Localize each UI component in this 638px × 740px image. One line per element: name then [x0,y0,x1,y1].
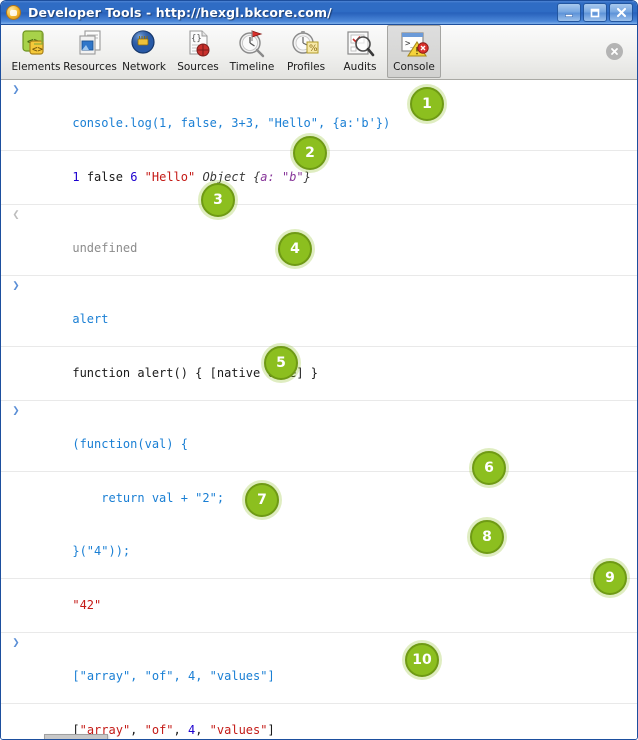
svg-text:{}: {} [191,34,202,44]
svg-text:%: % [309,44,318,54]
console-output-text: 1 false 6 "Hello" Object {a: "b"} [44,170,311,184]
value-object-label: Object [202,170,246,184]
callout-badge-6: 6 [472,451,506,485]
maximize-button[interactable] [583,3,607,22]
bracket-close: ] [267,669,275,683]
comma: , [173,723,188,737]
callout-badge-9: 9 [593,561,627,595]
tab-label: Console [393,61,435,73]
brace-close: } [303,170,311,184]
array-item: "array" [79,669,131,683]
tab-label: Audits [343,61,377,73]
bracket-close: ] [267,723,275,737]
tab-label: Resources [63,61,117,73]
window-title: Developer Tools - http://hexgl.bkcore.co… [28,5,332,20]
console-panel[interactable]: ❯ console.log(1, false, 3+3, "Hello", {a… [1,80,637,739]
array-item: "of" [144,723,174,737]
sources-icon: {} [182,28,214,60]
tab-elements[interactable]: <> <> Elements [9,25,63,78]
tab-label: Sources [177,61,219,73]
tab-timeline[interactable]: Timeline [225,25,279,78]
elements-icon: <> <> [20,28,52,60]
console-input-text: ["array", "of", 4, "values"] [44,669,274,683]
tab-label: Timeline [229,61,275,73]
value-string: "Hello" [144,170,196,184]
console-input-row[interactable]: ❯ (function(val) { [1,401,637,472]
console-output-text: "42" [72,598,102,612]
console-input-text: alert [72,312,109,326]
value-number: 6 [130,170,138,184]
console-input-text: console.log(1, false, 3+3, "Hello", {a:'… [72,116,391,130]
minimize-button[interactable] [557,3,581,22]
console-input-text: }("4")); [72,544,131,558]
timeline-icon [236,28,268,60]
value-number: 1 [72,170,80,184]
callout-badge-10: 10 [405,643,439,677]
tab-profiles[interactable]: % Profiles [279,25,333,78]
tab-label: Profiles [286,61,326,73]
audits-icon [344,28,376,60]
array-item: "of" [144,669,174,683]
console-input-row[interactable]: ❯ ["array", "of", 4, "values"] [1,633,637,704]
console-result-row: ❮ undefined [1,205,637,276]
tab-sources[interactable]: {} Sources [171,25,225,78]
network-icon [128,28,160,60]
prompt-arrow-icon: ❯ [12,82,20,96]
console-input-cont: return val + "2"; [1,472,637,525]
tab-label: Elements [11,61,61,73]
svg-text:<>: <> [32,45,43,55]
object-value: "b" [281,170,304,184]
comma: , [195,723,210,737]
resources-icon [74,28,106,60]
array-item: "values" [209,669,268,683]
bracket-open: [ [72,669,80,683]
close-button[interactable] [609,3,633,22]
tab-label: Network [122,61,166,73]
window-titlebar: Developer Tools - http://hexgl.bkcore.co… [1,1,637,25]
console-input-text: (function(val) { [72,437,188,451]
prompt-arrow-icon: ❯ [12,635,20,649]
prompt-arrow-icon: ❯ [12,403,20,417]
console-result-text: undefined [72,241,138,255]
comma: , [195,669,210,683]
value-boolean: false [86,170,123,184]
callout-badge-2: 2 [293,136,327,170]
chrome-icon [6,5,21,20]
comma: , [173,669,188,683]
comma: , [130,723,145,737]
comma: , [130,669,145,683]
profiles-icon: % [290,28,322,60]
callout-badge-8: 8 [470,520,504,554]
result-arrow-icon: ❮ [12,207,20,221]
object-key: a: [260,170,275,184]
callout-badge-4: 4 [278,232,312,266]
array-item: "values" [209,723,268,737]
callout-badge-1: 1 [410,87,444,121]
callout-badge-7: 7 [245,483,279,517]
prompt-arrow-icon: ❯ [12,278,20,292]
console-icon: >_ [398,28,430,60]
close-icon[interactable] [606,43,623,60]
callout-badge-3: 3 [201,183,235,217]
callout-badge-5: 5 [264,346,298,380]
console-input-text: return val + "2"; [72,491,225,505]
window-controls [557,3,633,22]
devtools-window: Developer Tools - http://hexgl.bkcore.co… [0,0,638,740]
tab-network[interactable]: Network [117,25,171,78]
tab-audits[interactable]: Audits [333,25,387,78]
tab-console[interactable]: >_ Console [387,25,441,78]
console-input-row[interactable]: ❯ alert [1,276,637,347]
tab-resources[interactable]: Resources [63,25,117,78]
autocomplete-popup[interactable]: some thing [44,734,108,739]
autocomplete-item-some[interactable]: some [45,735,107,739]
console-input-cont: }("4")); [1,525,637,579]
console-output-row: function alert() { [native code] } [1,347,637,401]
console-output-row: "42" [1,579,637,633]
devtools-toolbar: <> <> Elements Resources [1,25,637,80]
